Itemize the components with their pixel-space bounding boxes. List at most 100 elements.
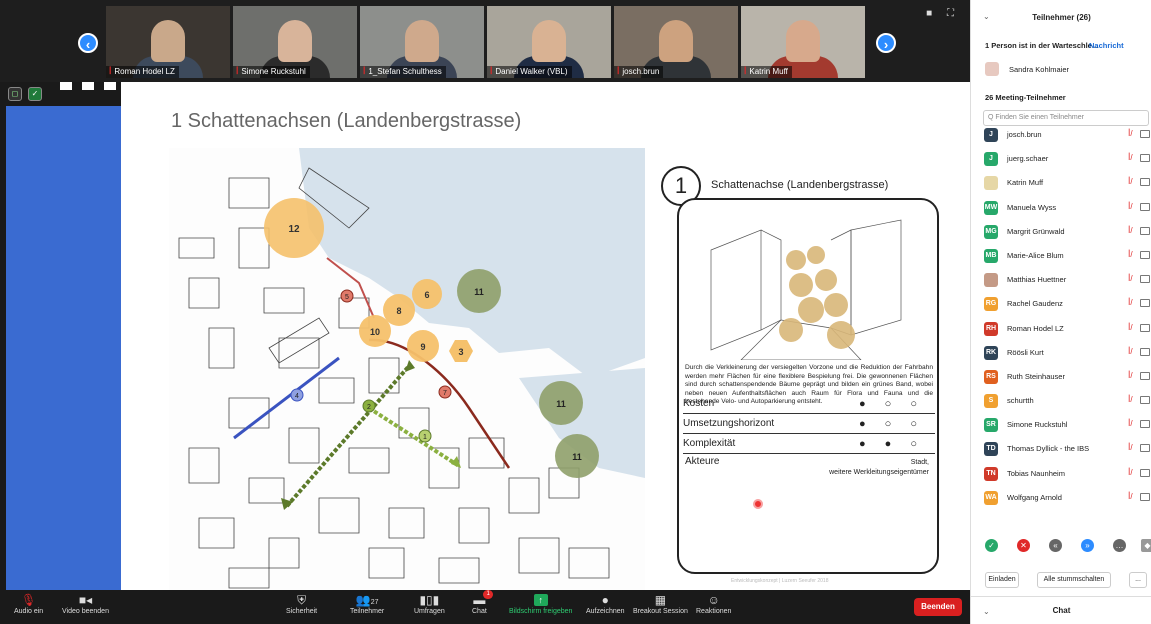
video-tile[interactable]: ꟾ josch.brun (614, 6, 738, 78)
microphone-muted-icon[interactable]: ꟾ/ (1128, 419, 1133, 428)
mute-all-button[interactable]: Alle stummschalten (1037, 572, 1111, 588)
camera-off-icon[interactable] (1140, 178, 1150, 187)
camera-off-icon[interactable] (1140, 444, 1150, 453)
participant-row[interactable]: Jjosch.brun ꟾ/ (971, 124, 1151, 148)
microphone-muted-icon[interactable]: ꟾ/ (1128, 202, 1133, 211)
shield-icon[interactable]: ✓ (28, 87, 42, 101)
participant-row[interactable]: Katrin Muff ꟾ/ (971, 172, 1151, 196)
no-icon[interactable]: ✕ (1017, 539, 1030, 552)
end-meeting-button[interactable]: Beenden (914, 598, 962, 616)
avatar: RG (984, 297, 998, 312)
security-button[interactable]: ⛨ Sicherheit (286, 592, 317, 615)
participant-name: Katrin Muff (1007, 178, 1044, 188)
security-label: Sicherheit (286, 608, 318, 615)
reactions-button[interactable]: ☺ Reaktionen (696, 592, 731, 615)
camera-off-icon[interactable] (1140, 323, 1150, 332)
video-tile[interactable]: ꟾ 1_Stefan Schulthess (360, 6, 484, 78)
invite-button[interactable]: Einladen (985, 572, 1019, 588)
camera-off-icon[interactable] (1140, 250, 1150, 259)
camera-off-icon[interactable] (1140, 202, 1150, 211)
camera-off-icon[interactable] (1140, 371, 1150, 380)
camera-off-icon[interactable] (1140, 468, 1150, 477)
participant-row[interactable]: Jjuerg.schaer ꟾ/ (971, 148, 1151, 172)
microphone-muted-icon[interactable]: ꟾ/ (1128, 129, 1133, 138)
slower-icon[interactable]: « (1049, 539, 1062, 552)
participant-row[interactable]: TN Tobias Naunheim ꟾ/ (971, 463, 1151, 487)
camera-off-icon[interactable] (1140, 299, 1150, 308)
faster-icon[interactable]: » (1081, 539, 1094, 552)
chat-button[interactable]: ▬ 1 Chat (472, 590, 493, 615)
waiting-message-link[interactable]: Nachricht (1089, 41, 1124, 50)
camera-off-icon[interactable] (1140, 154, 1150, 163)
participant-row[interactable]: MW Manuela Wyss ꟾ/ (971, 197, 1151, 221)
video-name-tag: ꟾ Roman Hodel LZ (106, 66, 179, 78)
avatar: TD (984, 442, 998, 457)
participant-row[interactable]: Sschurtth ꟾ/ (971, 390, 1151, 414)
microphone-muted-icon[interactable]: ꟾ/ (1128, 371, 1133, 380)
participant-row[interactable]: WA Wolfgang Arnold ꟾ/ (971, 487, 1151, 511)
microphone-muted-icon[interactable]: ꟾ/ (1128, 468, 1133, 477)
microphone-muted-icon: ꟾ (236, 67, 239, 76)
participant-name: juerg.schaer (1007, 154, 1049, 164)
camera-off-icon[interactable] (1140, 275, 1150, 284)
avatar: MG (984, 224, 998, 239)
microphone-muted-icon[interactable]: ꟾ/ (1128, 347, 1133, 356)
microphone-muted-icon[interactable]: ꟾ/ (1128, 250, 1133, 259)
video-button[interactable]: ■◂ Video beenden (62, 592, 109, 615)
video-tile[interactable]: ꟾ Simone Ruckstuhl (233, 6, 357, 78)
participant-row[interactable]: MG Margrit Grünwald ꟾ/ (971, 221, 1151, 245)
microphone-muted-icon[interactable]: ꟾ/ (1128, 443, 1133, 452)
video-label: Video beenden (62, 608, 109, 615)
participant-row[interactable]: RK Röösli Kurt ꟾ/ (971, 342, 1151, 366)
record-button[interactable]: ● Aufzeichnen (586, 592, 625, 615)
avatar: WA (984, 490, 998, 505)
camera-off-icon[interactable] (1140, 226, 1150, 235)
screen-icon[interactable]: ◻ (8, 87, 22, 101)
reaction-buttons: ✓ ✕ « » … ◆ (985, 539, 1151, 555)
participant-row[interactable]: TD Thomas Dyllick - the IBS ꟾ/ (971, 438, 1151, 462)
share-screen-button[interactable]: ↑ Bildschirm freigeben (509, 592, 572, 615)
camera-off-icon[interactable] (1140, 492, 1150, 501)
breakout-button[interactable]: ▦ Breakout Session (633, 592, 688, 615)
camera-off-icon[interactable] (1140, 420, 1150, 429)
video-tile[interactable]: ꟾ Roman Hodel LZ (106, 6, 230, 78)
microphone-muted-icon[interactable]: ꟾ/ (1128, 395, 1133, 404)
map-graphic: 12 11 11 11 10 9 8 6 5 3 7 4 2 1 (178, 148, 645, 589)
participant-row[interactable]: Matthias Huettner ꟾ/ (971, 269, 1151, 293)
microphone-muted-icon[interactable]: ꟾ/ (1128, 298, 1133, 307)
chat-section-header[interactable]: ⌄ Chat (971, 596, 1151, 624)
panel-actions: Einladen Alle stummschalten ... (971, 570, 1151, 590)
participant-row[interactable]: MB Marie-Alice Blum ꟾ/ (971, 245, 1151, 269)
video-tile[interactable]: ꟾ Katrin Muff (741, 6, 865, 78)
video-tile[interactable]: ꟾ Daniel Walker (VBL) (487, 6, 611, 78)
microphone-muted-icon[interactable]: ꟾ/ (1128, 492, 1133, 501)
participant-row[interactable]: RH Roman Hodel LZ ꟾ/ (971, 318, 1151, 342)
audio-button[interactable]: 🎙 Audio ein (14, 592, 43, 615)
participant-head (659, 20, 693, 62)
view-layout-icons[interactable]: ■ ⛶ (926, 8, 960, 19)
yes-icon[interactable]: ✓ (985, 539, 998, 552)
microphone-muted-icon[interactable]: ꟾ/ (1128, 274, 1133, 283)
camera-off-icon[interactable] (1140, 396, 1150, 405)
polls-button[interactable]: ▮▯▮ Umfragen (414, 592, 445, 615)
chevron-left-icon[interactable]: ‹ (78, 33, 98, 53)
camera-off-icon[interactable] (1140, 347, 1150, 356)
svg-text:11: 11 (474, 287, 484, 297)
microphone-muted-icon[interactable]: ꟾ/ (1128, 226, 1133, 235)
microphone-muted-icon[interactable]: ꟾ/ (1128, 323, 1133, 332)
more-options-button[interactable]: ... (1129, 572, 1147, 588)
clear-icon[interactable]: ◆ (1141, 539, 1151, 552)
microphone-muted-icon[interactable]: ꟾ/ (1128, 153, 1133, 162)
more-icon[interactable]: … (1113, 539, 1126, 552)
participant-name: Margrit Grünwald (1007, 226, 1065, 236)
microphone-muted-icon[interactable]: ꟾ/ (1128, 177, 1133, 186)
participant-row[interactable]: RG Rachel Gaudenz ꟾ/ (971, 293, 1151, 317)
waiting-participant[interactable]: Sandra Kohlmaier (985, 62, 1069, 76)
chevron-right-icon[interactable]: › (876, 33, 896, 53)
avatar: MB (984, 248, 998, 263)
participants-button[interactable]: 👥27 Teilnehmer (350, 592, 384, 615)
participant-row[interactable]: RS Ruth Steinhauser ꟾ/ (971, 366, 1151, 390)
camera-off-icon[interactable] (1140, 130, 1150, 138)
participants-icon: 👥27 (355, 593, 379, 607)
participant-row[interactable]: SR Simone Ruckstuhl ꟾ/ (971, 414, 1151, 438)
